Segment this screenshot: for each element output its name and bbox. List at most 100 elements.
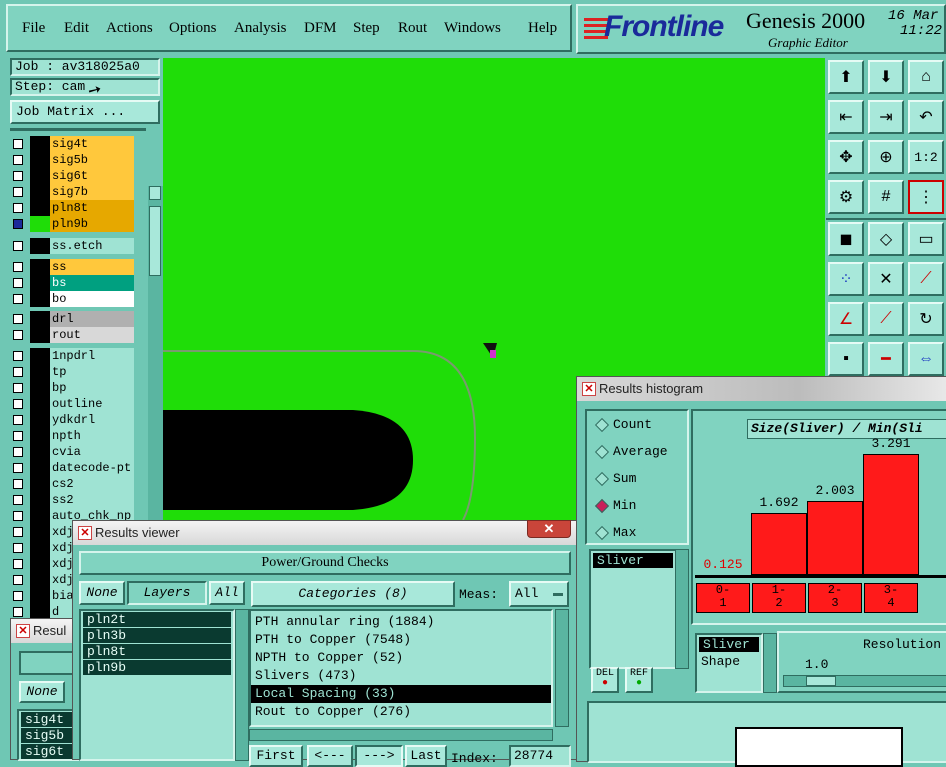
layer-color-swatch[interactable]: [30, 152, 50, 168]
mode-radio-max[interactable]: Max: [595, 523, 636, 543]
list-item[interactable]: pln9b: [83, 660, 231, 675]
layer-name[interactable]: ydkdrl: [50, 412, 134, 428]
layer-list-scrollbar[interactable]: [235, 609, 249, 761]
histogram-bar[interactable]: [863, 454, 919, 575]
mode-radio-sum[interactable]: Sum: [595, 469, 636, 489]
layer-row[interactable]: sig6t: [10, 168, 136, 184]
layer-name[interactable]: npth: [50, 428, 134, 444]
category-list-scrollbar[interactable]: [555, 609, 569, 727]
category-item[interactable]: PTH to Copper (7548): [251, 631, 551, 649]
layer-up-icon[interactable]: ⬆: [828, 60, 864, 94]
layer-row[interactable]: pln9b: [10, 216, 136, 232]
layer-row[interactable]: sig5b: [10, 152, 136, 168]
layer-name[interactable]: ss: [50, 259, 134, 275]
layer-color-swatch[interactable]: [30, 348, 50, 364]
layer-color-swatch[interactable]: [30, 364, 50, 380]
layer-name[interactable]: cvia: [50, 444, 134, 460]
layer-name[interactable]: sig6t: [50, 168, 134, 184]
connect-icon[interactable]: ⁘: [828, 262, 864, 296]
histogram-bar[interactable]: [807, 501, 863, 575]
layer-row[interactable]: 1npdrl: [10, 348, 136, 364]
layer-color-swatch[interactable]: [30, 588, 50, 604]
zoom-one-to-one-icon[interactable]: 1:2: [908, 140, 944, 174]
layer-down-icon[interactable]: ⬇: [868, 60, 904, 94]
layer-row[interactable]: sig4t: [10, 136, 136, 152]
layer-checkbox[interactable]: [13, 203, 23, 213]
ruler-icon[interactable]: ▭: [908, 222, 944, 256]
zoom-fit-icon[interactable]: ✥: [828, 140, 864, 174]
snapshot-icon[interactable]: ◼: [828, 222, 864, 256]
histogram-titlebar[interactable]: ✕ Results histogram: [577, 377, 946, 401]
layer-row[interactable]: outline: [10, 396, 136, 412]
menu-dfm[interactable]: DFM: [304, 20, 337, 37]
ref-button[interactable]: REF ●: [625, 667, 653, 693]
menu-help[interactable]: Help: [528, 20, 557, 37]
menu-actions[interactable]: Actions: [106, 20, 153, 37]
menu-edit[interactable]: Edit: [64, 20, 89, 37]
layer-checkbox[interactable]: [13, 415, 23, 425]
layer-name[interactable]: pln9b: [50, 216, 134, 232]
rotate-icon[interactable]: ↻: [908, 302, 944, 336]
layer-color-swatch[interactable]: [30, 327, 50, 343]
layer-name[interactable]: sig5b: [50, 152, 134, 168]
list-item[interactable]: Sliver: [593, 553, 673, 568]
layer-row[interactable]: tp: [10, 364, 136, 380]
layer-checkbox[interactable]: [13, 575, 23, 585]
layer-row[interactable]: ydkdrl: [10, 412, 136, 428]
next-button[interactable]: --->: [355, 745, 403, 767]
layer-color-swatch[interactable]: [30, 476, 50, 492]
layer-row[interactable]: ss: [10, 259, 136, 275]
del-button[interactable]: DEL ●: [591, 667, 619, 693]
layer-name[interactable]: sig7b: [50, 184, 134, 200]
mode-radio-average[interactable]: Average: [595, 442, 668, 462]
measure-icon[interactable]: ⟋: [868, 302, 904, 336]
menu-windows[interactable]: Windows: [444, 20, 501, 37]
layer-color-swatch[interactable]: [30, 428, 50, 444]
layer-color-swatch[interactable]: [30, 238, 50, 254]
layer-row[interactable]: ss2: [10, 492, 136, 508]
layer-color-swatch[interactable]: [30, 556, 50, 572]
layer-checkbox[interactable]: [13, 447, 23, 457]
layer-name[interactable]: tp: [50, 364, 134, 380]
angle-icon[interactable]: ∠: [828, 302, 864, 336]
layer-name[interactable]: rout: [50, 327, 134, 343]
layer-name[interactable]: drl: [50, 311, 134, 327]
layer-checkbox[interactable]: [13, 278, 23, 288]
layer-color-swatch[interactable]: [30, 396, 50, 412]
layer-color-swatch[interactable]: [30, 311, 50, 327]
layer-row[interactable]: bo: [10, 291, 136, 307]
list-item[interactable]: Shape: [697, 654, 761, 672]
category-hscrollbar[interactable]: [249, 729, 553, 741]
layer-color-swatch[interactable]: [30, 444, 50, 460]
back-none-button[interactable]: None: [19, 681, 65, 703]
category-item[interactable]: Slivers (473): [251, 667, 551, 685]
layer-color-swatch[interactable]: [30, 291, 50, 307]
layer-color-swatch[interactable]: [30, 524, 50, 540]
categories-button[interactable]: Categories (8): [251, 581, 455, 607]
layer-checkbox[interactable]: [13, 559, 23, 569]
layer-checkbox[interactable]: [13, 294, 23, 304]
mode-radio-min[interactable]: Min: [595, 496, 636, 516]
layer-color-swatch[interactable]: [30, 136, 50, 152]
list-item[interactable]: pln3b: [83, 628, 231, 643]
mode-radio-count[interactable]: Count: [595, 415, 652, 435]
layer-row[interactable]: bs: [10, 275, 136, 291]
layer-name[interactable]: datecode-pt: [50, 460, 134, 476]
none-button[interactable]: None: [79, 581, 125, 605]
layer-checkbox[interactable]: [13, 543, 23, 553]
cancel-x-icon[interactable]: ✕: [868, 262, 904, 296]
pan-right-icon[interactable]: ⇥: [868, 100, 904, 134]
resolution-slider[interactable]: [783, 675, 946, 687]
layer-checkbox[interactable]: [13, 262, 23, 272]
layer-row[interactable]: pln8t: [10, 200, 136, 216]
layer-color-swatch[interactable]: [30, 259, 50, 275]
back-window-titlebar[interactable]: ✕ Resul: [11, 619, 79, 643]
scroll-up-icon[interactable]: [149, 186, 161, 200]
layer-checkbox[interactable]: [13, 219, 23, 229]
index-input[interactable]: 28774: [509, 745, 571, 767]
line-icon[interactable]: ━: [868, 342, 904, 376]
layer-checkbox[interactable]: [13, 591, 23, 601]
layer-checkbox[interactable]: [13, 431, 23, 441]
list-item[interactable]: pln8t: [83, 644, 231, 659]
layer-checkbox[interactable]: [13, 527, 23, 537]
